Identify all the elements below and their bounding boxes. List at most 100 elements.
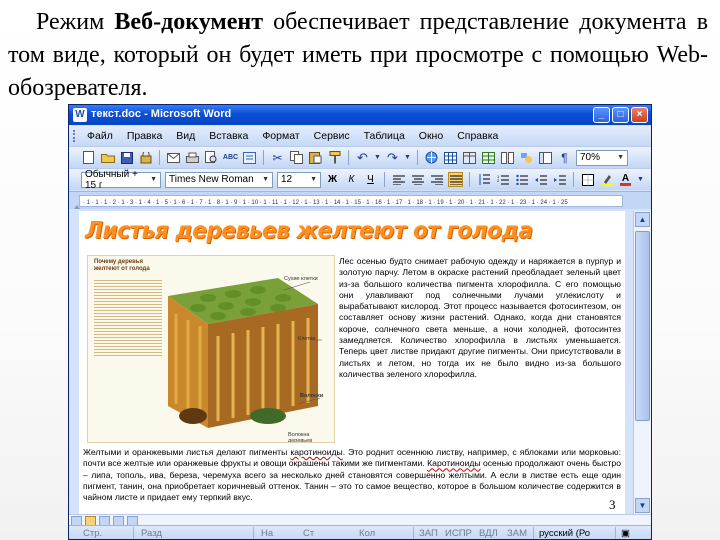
toolbar-separator xyxy=(159,150,160,165)
font-value: Times New Roman xyxy=(169,174,254,185)
paragraph-text-part: Желтыми и оранжевыми листья делают пигме… xyxy=(83,447,291,457)
align-left-icon[interactable] xyxy=(391,172,406,187)
highlight-icon[interactable] xyxy=(599,172,614,187)
status-section: Разд xyxy=(141,528,162,539)
copy-icon[interactable] xyxy=(289,150,304,165)
menu-insert[interactable]: Вставка xyxy=(209,130,248,142)
decrease-indent-icon[interactable] xyxy=(533,172,548,187)
font-select[interactable]: Times New Roman ▼ xyxy=(165,171,273,188)
print-preview-icon[interactable] xyxy=(204,150,219,165)
spelling-status-icon[interactable]: ▣ xyxy=(621,528,630,539)
cut-icon[interactable]: ✂ xyxy=(270,150,285,165)
bold-button[interactable]: Ж xyxy=(325,172,340,187)
caption-bold-term: Веб-документ xyxy=(114,9,264,35)
style-select[interactable]: Обычный + 15 г ▼ xyxy=(81,168,161,191)
status-separator xyxy=(253,527,254,539)
format-painter-icon[interactable] xyxy=(327,150,342,165)
menu-bar: Файл Правка Вид Вставка Формат Сервис Та… xyxy=(69,126,651,146)
toolbar-separator xyxy=(469,172,470,187)
menu-format[interactable]: Формат xyxy=(262,130,299,142)
insert-table-icon[interactable] xyxy=(462,150,477,165)
line-spacing-icon[interactable] xyxy=(476,172,491,187)
status-page: Стр. xyxy=(83,528,103,539)
outside-border-icon[interactable] xyxy=(580,172,595,187)
menu-help[interactable]: Справка xyxy=(457,130,498,142)
font-color-icon[interactable]: A xyxy=(618,172,633,187)
minimize-button[interactable]: _ xyxy=(593,107,610,123)
menu-edit[interactable]: Правка xyxy=(127,130,162,142)
excel-sheet-icon[interactable] xyxy=(481,150,496,165)
email-icon[interactable] xyxy=(166,150,181,165)
close-button[interactable]: × xyxy=(631,107,648,123)
status-record-macro[interactable]: ЗАП xyxy=(419,528,438,539)
toolbar-grip-icon[interactable] xyxy=(73,130,77,142)
justify-icon[interactable] xyxy=(448,172,463,187)
status-overtype[interactable]: ЗАМ xyxy=(507,528,527,539)
align-center-icon[interactable] xyxy=(410,172,425,187)
save-icon[interactable] xyxy=(119,150,134,165)
undo-dropdown-icon[interactable]: ▼ xyxy=(374,150,381,165)
new-document-icon[interactable] xyxy=(81,150,96,165)
document-page[interactable]: Листья деревьев желтеют от голода Почему… xyxy=(79,211,625,514)
status-language[interactable]: русский (Ро xyxy=(539,528,590,539)
font-size-select[interactable]: 12 ▼ xyxy=(277,171,321,188)
status-track-changes[interactable]: ИСПР xyxy=(445,528,472,539)
word-app-icon[interactable]: W xyxy=(73,108,87,122)
menu-file[interactable]: Файл xyxy=(87,130,113,142)
bullets-icon[interactable] xyxy=(514,172,529,187)
spelling-underlined-word: каротиноиды xyxy=(290,447,343,457)
zoom-select[interactable]: 70% ▼ xyxy=(576,149,628,166)
permission-icon[interactable] xyxy=(138,150,153,165)
drawing-icon[interactable] xyxy=(519,150,534,165)
spelling-icon[interactable]: ABC xyxy=(223,150,238,165)
menu-tools[interactable]: Сервис xyxy=(314,130,350,142)
maximize-button[interactable]: □ xyxy=(612,107,629,123)
chevron-down-icon: ▼ xyxy=(150,176,157,183)
chevron-down-icon: ▼ xyxy=(617,154,624,161)
columns-icon[interactable] xyxy=(500,150,515,165)
paste-icon[interactable] xyxy=(308,150,323,165)
chevron-down-icon[interactable]: ▼ xyxy=(637,172,644,187)
italic-button[interactable]: К xyxy=(344,172,359,187)
underline-button[interactable]: Ч xyxy=(363,172,378,187)
font-size-value: 12 xyxy=(281,174,293,185)
redo-icon[interactable]: ↷ xyxy=(385,150,400,165)
ruler-ticks: · 1 · 1 · 1 · 2 · 1 · 3 · 1 · 4 · 1 · 5 … xyxy=(74,200,568,209)
research-icon[interactable] xyxy=(242,150,257,165)
tables-borders-icon[interactable] xyxy=(443,150,458,165)
scroll-up-icon[interactable]: ▲ xyxy=(635,212,650,227)
leaf-block-illustration xyxy=(168,278,322,428)
article-full-width-paragraph: Желтыми и оранжевыми листья делают пигме… xyxy=(83,447,621,503)
scroll-thumb[interactable] xyxy=(635,231,650,421)
leaf-cross-section-figure: Почему деревья желтеют от голода Сухие к… xyxy=(87,255,335,443)
status-column: Кол xyxy=(359,528,376,539)
style-value: Обычный + 15 г xyxy=(85,168,138,191)
document-map-icon[interactable] xyxy=(538,150,553,165)
redo-dropdown-icon[interactable]: ▼ xyxy=(404,150,411,165)
status-extend-selection[interactable]: ВДЛ xyxy=(479,528,498,539)
increase-indent-icon[interactable] xyxy=(552,172,567,187)
chevron-down-icon: ▼ xyxy=(262,176,269,183)
show-formatting-icon[interactable]: ¶ xyxy=(557,150,572,165)
font-color-letter: A xyxy=(621,172,630,184)
horizontal-ruler[interactable]: · 1 · 1 · 1 · 2 · 1 · 3 · 1 · 4 · 1 · 5 … xyxy=(69,191,651,209)
open-folder-icon[interactable] xyxy=(100,150,115,165)
print-icon[interactable] xyxy=(185,150,200,165)
status-separator xyxy=(133,527,134,539)
scroll-down-icon[interactable]: ▼ xyxy=(635,498,650,513)
vertical-scrollbar[interactable]: ▲ ▼ xyxy=(633,211,651,514)
hyperlink-icon[interactable] xyxy=(424,150,439,165)
menu-table[interactable]: Таблица xyxy=(364,130,405,142)
caption-lead: Режим xyxy=(36,9,105,35)
numbering-icon[interactable]: 12 xyxy=(495,172,510,187)
caption-rest: обеспечивает представление документа в т… xyxy=(8,9,709,101)
slide-caption: Режим Веб-документ обеспечивает представ… xyxy=(8,6,708,105)
menu-window[interactable]: Окно xyxy=(419,130,443,142)
standard-toolbar: ABC ✂ ↶ ▼ ↷ ▼ ¶ 70% ▼ xyxy=(69,146,651,168)
figure-label-cells: Клетки xyxy=(298,336,316,342)
formatting-toolbar: Обычный + 15 г ▼ Times New Roman ▼ 12 ▼ Ж К… xyxy=(69,168,651,191)
align-right-icon[interactable] xyxy=(429,172,444,187)
undo-icon[interactable]: ↶ xyxy=(355,150,370,165)
zoom-value: 70% xyxy=(580,152,601,163)
menu-view[interactable]: Вид xyxy=(176,130,195,142)
